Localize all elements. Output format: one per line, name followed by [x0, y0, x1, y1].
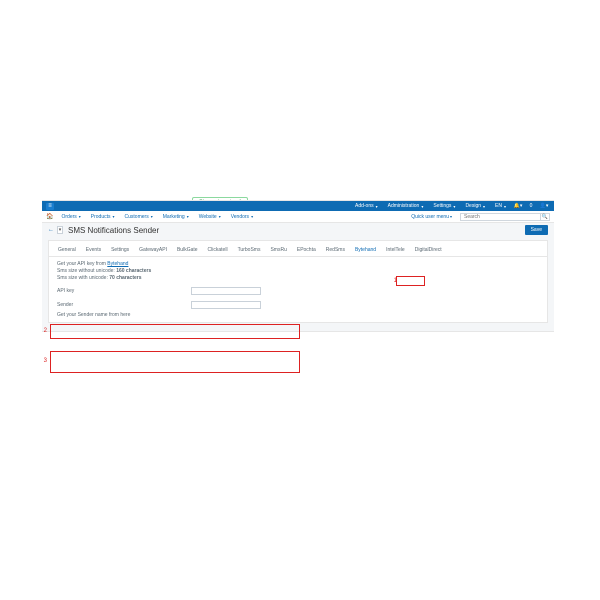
tab-digitaldirect[interactable]: DigitalDirect [410, 244, 447, 256]
menu-language[interactable]: EN [491, 201, 510, 211]
settings-panel: GeneralEventsSettingsGatewayAPIBulkGateC… [48, 240, 548, 323]
sender-input[interactable] [191, 301, 261, 309]
api-key-input[interactable] [191, 287, 261, 295]
page-actions-dropdown[interactable]: ▾ [57, 226, 63, 234]
sender-hint-link[interactable]: here [120, 312, 130, 318]
tab-smsru[interactable]: SmsRu [265, 244, 291, 256]
tab-bytehand[interactable]: Bytehand [350, 244, 381, 256]
nav-vendors[interactable]: Vendors [227, 214, 257, 220]
account-icon[interactable]: 👤▾ [538, 203, 550, 209]
tab-inteltele[interactable]: IntelTele [381, 244, 410, 256]
sender-row: Sender [49, 298, 547, 312]
app-window: Add-ons Administration Settings Design E… [42, 200, 554, 332]
tab-turbosms[interactable]: TurboSms [233, 244, 266, 256]
tab-events[interactable]: Events [81, 244, 106, 256]
api-key-row: API key [49, 284, 547, 298]
tab-settings[interactable]: Settings [106, 244, 134, 256]
api-key-label: API key [57, 288, 187, 294]
page-title-bar: ← ▾ SMS Notifications Sender Save [42, 223, 554, 237]
menu-administration[interactable]: Administration [384, 201, 428, 211]
info-api-key-text: Get your API key from [57, 261, 107, 267]
back-button[interactable]: ← [48, 227, 54, 233]
info-size-nounicode-label: Sms size without unicode: [57, 268, 116, 274]
top-icon-group: 🔔▾ 0 👤▾ [512, 201, 550, 211]
tab-epochta[interactable]: EPochta [292, 244, 321, 256]
menu-settings[interactable]: Settings [429, 201, 459, 211]
nav-website[interactable]: Website [195, 214, 225, 220]
search-input[interactable] [460, 213, 550, 221]
top-menu: Add-ons Administration Settings Design E… [351, 201, 510, 211]
provider-info: Get your API key from Bytehand Sms size … [49, 257, 547, 284]
tab-bulkgate[interactable]: BulkGate [172, 244, 203, 256]
home-icon[interactable]: 🏠 [46, 213, 53, 220]
info-size-unicode-value: 70 characters [109, 275, 141, 281]
nav-orders[interactable]: Orders [57, 214, 84, 220]
nav-products[interactable]: Products [87, 214, 119, 220]
main-nav: Orders Products Customers Marketing Webs… [57, 214, 257, 220]
save-button[interactable]: Save [525, 225, 548, 235]
page-title: SMS Notifications Sender [68, 226, 159, 235]
annotation-box-3 [50, 351, 300, 373]
tab-gatewayapi[interactable]: GatewayAPI [134, 244, 172, 256]
bytehand-link[interactable]: Bytehand [107, 261, 128, 267]
sender-hint: Get your Sender name from here [49, 312, 547, 322]
menu-design[interactable]: Design [461, 201, 489, 211]
menu-icon[interactable] [46, 203, 54, 210]
info-size-nounicode-value: 160 characters [116, 268, 151, 274]
annotation-number-1: 1 [392, 278, 397, 284]
admin-topbar: Add-ons Administration Settings Design E… [42, 201, 554, 211]
search-icon[interactable]: 🔍 [540, 213, 550, 221]
main-nav-bar: 🏠 Orders Products Customers Marketing We… [42, 211, 554, 223]
search-wrap: 🔍 [460, 213, 550, 221]
provider-tabs: GeneralEventsSettingsGatewayAPIBulkGateC… [49, 241, 547, 257]
nav-marketing[interactable]: Marketing [159, 214, 193, 220]
annotation-number-2: 2 [42, 328, 47, 334]
tab-clickatell[interactable]: Clickatell [203, 244, 233, 256]
tab-redsms[interactable]: RedSms [321, 244, 350, 256]
notifications-icon[interactable]: 🔔▾ [512, 203, 524, 209]
annotation-number-3: 3 [42, 358, 47, 364]
sender-hint-text: Get your Sender name from [57, 312, 120, 318]
sender-label: Sender [57, 302, 187, 308]
info-size-unicode-label: Sms size with unicode: [57, 275, 109, 281]
quick-user-menu[interactable]: Quick user menu [407, 214, 456, 220]
tab-general[interactable]: General [53, 244, 81, 256]
alerts-count[interactable]: 0 [525, 203, 537, 209]
menu-addons[interactable]: Add-ons [351, 201, 382, 211]
nav-customers[interactable]: Customers [121, 214, 157, 220]
